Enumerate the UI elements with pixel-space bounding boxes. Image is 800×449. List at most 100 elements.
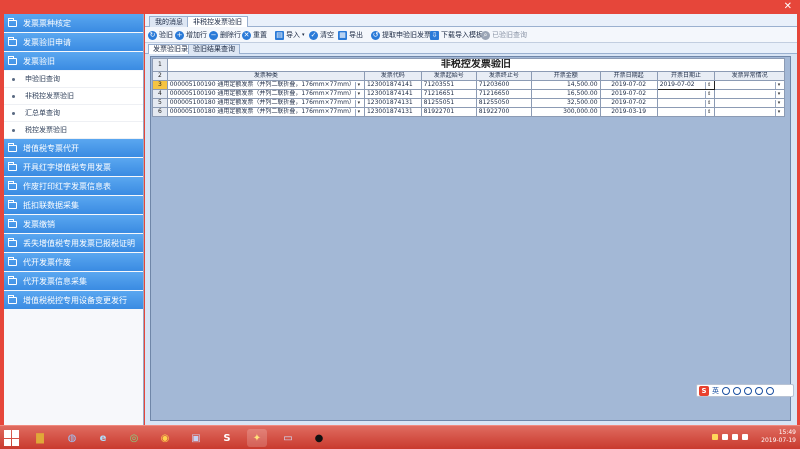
table-row[interactable]: 5 000005100180 通用定额发票（并列二联折叠，176mm×77mm）…: [152, 98, 785, 108]
invoice-kind-select[interactable]: 000005100180 通用定额发票（并列二联折叠，176mm×77mm） ▾: [166, 107, 365, 117]
spinner-icon[interactable]: ⇕: [705, 90, 712, 98]
taskbar-app-6[interactable]: S: [217, 429, 237, 447]
sidebar-sub-item-apply-query[interactable]: 申验旧查询: [4, 71, 143, 88]
status-select[interactable]: ▾: [714, 107, 785, 117]
chevron-down-icon[interactable]: ▾: [775, 108, 782, 116]
taskbar-app-3[interactable]: ◎: [124, 429, 144, 447]
sidebar-item-deduction[interactable]: 抵扣联数据采集: [4, 196, 143, 214]
ime-mode-label[interactable]: 英: [712, 386, 719, 396]
tray-icon[interactable]: [712, 434, 718, 440]
sidebar-sub-item-summary[interactable]: 汇总单查询: [4, 105, 143, 122]
verify-button[interactable]: ↻ 验旧: [148, 29, 173, 41]
download-template-button[interactable]: ⇩ 下载导入模板: [430, 29, 483, 41]
end-number-cell[interactable]: 71203600: [475, 80, 532, 90]
date-from-cell[interactable]: 2019-03-19: [599, 107, 658, 117]
chevron-down-icon[interactable]: ▾: [354, 90, 362, 98]
date-to-input[interactable]: ⇕: [656, 107, 716, 117]
date-to-input[interactable]: ⇕: [656, 98, 716, 108]
taskbar-app-9[interactable]: ●: [309, 429, 329, 447]
chevron-down-icon[interactable]: ▾: [775, 81, 782, 89]
sidebar-item-proxy-void[interactable]: 代开发票作废: [4, 253, 143, 271]
date-to-input[interactable]: 2019-07-02 ⇕: [656, 80, 716, 90]
invoice-code-cell[interactable]: 123001874141: [363, 89, 422, 99]
sidebar-sub-item-taxctrl[interactable]: 税控发票验旧: [4, 122, 143, 139]
voice-icon[interactable]: [733, 386, 741, 395]
toolbox-icon[interactable]: [766, 386, 774, 395]
sidebar-item-verify-apply[interactable]: 发票验旧申请: [4, 33, 143, 51]
export-button[interactable]: ▦ 导出: [338, 29, 363, 41]
chevron-down-icon[interactable]: ▾: [354, 81, 362, 89]
start-number-cell[interactable]: 71216651: [420, 89, 477, 99]
clock[interactable]: 15:49 2019-07-19: [756, 429, 796, 445]
import-button[interactable]: ▤ 导入 ▾: [275, 29, 305, 41]
taskbar-app-4[interactable]: ◉: [155, 429, 175, 447]
spinner-icon[interactable]: ⇕: [705, 99, 712, 107]
chevron-down-icon[interactable]: ▾: [775, 99, 782, 107]
start-number-cell[interactable]: 71203551: [420, 80, 477, 90]
taskbar-app-7[interactable]: ✦: [247, 429, 267, 447]
network-icon[interactable]: [722, 434, 728, 440]
date-from-cell[interactable]: 2019-07-02: [599, 80, 658, 90]
keyboard-icon[interactable]: [744, 386, 752, 395]
chevron-down-icon[interactable]: ▾: [354, 99, 362, 107]
spinner-icon[interactable]: ⇕: [705, 81, 712, 89]
amount-cell[interactable]: 32,500.00: [530, 98, 601, 108]
volume-icon[interactable]: [732, 434, 738, 440]
end-number-cell[interactable]: 71216650: [475, 89, 532, 99]
taskbar-app-1[interactable]: ◍: [62, 429, 82, 447]
reset-button[interactable]: ✕ 重置: [242, 29, 267, 41]
sidebar-item-device-change[interactable]: 增值税税控专用设备变更发行: [4, 291, 143, 309]
amount-cell[interactable]: 14,500.00: [530, 80, 601, 90]
ime-toolbar[interactable]: S 英: [696, 384, 794, 397]
sidebar-item-verify[interactable]: 发票验旧: [4, 52, 143, 70]
end-number-cell[interactable]: 81255050: [475, 98, 532, 108]
invoice-kind-select[interactable]: 000005100190 通用定额发票（并列二联折叠，176mm×77mm） ▾: [166, 80, 365, 90]
table-row[interactable]: 6 000005100180 通用定额发票（并列二联折叠，176mm×77mm）…: [152, 107, 785, 117]
skin-icon[interactable]: [755, 386, 763, 395]
add-row-button[interactable]: + 增加行: [175, 29, 207, 41]
date-from-cell[interactable]: 2019-07-02: [599, 98, 658, 108]
start-number-cell[interactable]: 81922701: [420, 107, 477, 117]
taskbar-app-2[interactable]: e: [93, 429, 113, 447]
invoice-kind-select[interactable]: 000005100180 通用定额发票（并列二联折叠，176mm×77mm） ▾: [166, 98, 365, 108]
sogou-ime-icon[interactable]: S: [699, 385, 709, 396]
windows-start-icon[interactable]: [4, 430, 20, 446]
punctuation-icon[interactable]: [722, 386, 730, 395]
fetch-apply-button[interactable]: ↺ 提取申验旧发票: [371, 29, 431, 41]
sidebar-item-red-invoice[interactable]: 开具红字增值税专用发票: [4, 158, 143, 176]
invoice-kind-select[interactable]: 000005100190 通用定额发票（并列二联折叠，176mm×77mm） ▾: [166, 89, 365, 99]
status-select[interactable]: ▾: [714, 80, 785, 90]
delete-row-button[interactable]: − 删除行: [209, 29, 241, 41]
sidebar-item-cancel[interactable]: 发票缴销: [4, 215, 143, 233]
chevron-down-icon[interactable]: ▾: [354, 108, 362, 116]
sidebar-sub-item-non-taxctrl[interactable]: 非税控发票验旧: [4, 88, 143, 105]
status-select[interactable]: ▾: [714, 89, 785, 99]
invoice-code-cell[interactable]: 123001874131: [363, 98, 422, 108]
sidebar-item-special-issue[interactable]: 增值税专票代开: [4, 139, 143, 157]
close-icon[interactable]: ✕: [784, 1, 792, 13]
chevron-down-icon[interactable]: ▾: [775, 90, 782, 98]
tab-verify-result[interactable]: 验旧结果查询: [188, 44, 240, 54]
end-number-cell[interactable]: 81922700: [475, 107, 532, 117]
verified-query-button[interactable]: ⌕ 已验旧查询: [481, 29, 527, 41]
invoice-code-cell[interactable]: 123001874131: [363, 107, 422, 117]
amount-cell[interactable]: 16,500.00: [530, 89, 601, 99]
sidebar-item-ticket-type[interactable]: 发票票种核定: [4, 14, 143, 32]
taskbar-app-8[interactable]: ▭: [278, 429, 298, 447]
table-row[interactable]: 3 000005100190 通用定额发票（并列二联折叠，176mm×77mm）…: [152, 80, 785, 90]
date-from-cell[interactable]: 2019-07-02: [599, 89, 658, 99]
clear-button[interactable]: ✓ 清空: [309, 29, 334, 41]
date-to-input[interactable]: ⇕: [656, 89, 716, 99]
sidebar-item-void-red-info[interactable]: 作废打印红字发票信息表: [4, 177, 143, 195]
taskbar-app-5[interactable]: ▣: [186, 429, 206, 447]
sidebar-item-proxy-collect[interactable]: 代开发票信息采集: [4, 272, 143, 290]
spinner-icon[interactable]: ⇕: [705, 108, 712, 116]
invoice-code-cell[interactable]: 123001874141: [363, 80, 422, 90]
taskbar-app-0[interactable]: ▇: [30, 429, 50, 447]
amount-cell[interactable]: 300,000.00: [530, 107, 601, 117]
status-select[interactable]: ▾: [714, 98, 785, 108]
tab-non-taxctrl-verify[interactable]: 非税控发票验旧: [187, 16, 248, 27]
start-number-cell[interactable]: 81255051: [420, 98, 477, 108]
table-row[interactable]: 4 000005100190 通用定额发票（并列二联折叠，176mm×77mm）…: [152, 89, 785, 99]
ime-tray-icon[interactable]: [742, 434, 748, 440]
